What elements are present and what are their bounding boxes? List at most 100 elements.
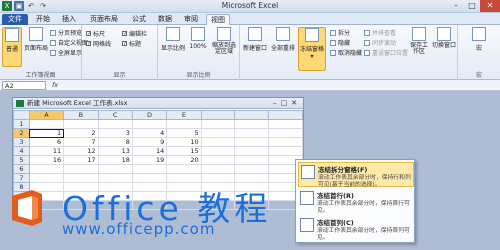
column-header[interactable]: C <box>97 110 133 120</box>
workbook-window-controls[interactable]: –□✕ <box>273 98 301 109</box>
cell[interactable] <box>200 128 236 138</box>
zoom-100-button[interactable]: 100% <box>188 27 208 67</box>
cell[interactable] <box>131 119 168 129</box>
cell[interactable] <box>234 164 270 174</box>
tab-file[interactable]: 文件 <box>2 14 28 25</box>
cell[interactable]: 19 <box>131 155 168 165</box>
cell[interactable] <box>97 164 133 174</box>
cell[interactable]: 14 <box>131 146 168 156</box>
row-header[interactable]: 4 <box>13 146 30 156</box>
cell[interactable]: 11 <box>28 146 65 156</box>
cell[interactable]: 16 <box>28 155 65 165</box>
row-header[interactable]: 1 <box>13 119 30 129</box>
cell[interactable] <box>268 119 303 129</box>
tab-insert[interactable]: 插入 <box>58 14 80 25</box>
page-layout-view-button[interactable]: 页面布局 <box>24 27 48 67</box>
formula-bar-checkbox[interactable]: ✓ 编辑栏 <box>122 29 147 38</box>
row-header[interactable]: 3 <box>13 137 30 147</box>
cell[interactable] <box>28 173 65 183</box>
cell[interactable] <box>63 119 99 129</box>
close-icon[interactable]: ✕ <box>480 0 500 12</box>
reset-position-button[interactable]: 重设窗口位置 <box>364 48 408 57</box>
cell[interactable] <box>200 119 236 129</box>
cell[interactable] <box>268 128 303 138</box>
save-workspace-button[interactable]: 保存工作区 <box>408 27 430 67</box>
cell[interactable] <box>234 128 270 138</box>
column-header[interactable]: A <box>28 110 65 120</box>
cell[interactable] <box>268 137 303 147</box>
maximize-icon[interactable]: □ <box>464 0 480 12</box>
cell[interactable]: 20 <box>166 155 202 165</box>
cell[interactable] <box>234 146 270 156</box>
cell[interactable] <box>268 146 303 156</box>
row-header[interactable]: 7 <box>13 173 30 183</box>
gridlines-checkbox[interactable]: ✓ 网格线 <box>86 39 111 48</box>
freeze-panes-button[interactable]: 冻结窗格 ▾ <box>298 27 326 71</box>
name-box[interactable]: A2 <box>2 81 46 90</box>
ruler-checkbox[interactable]: ✓ 标尺 <box>86 29 105 38</box>
page-break-button[interactable]: 分页预览 <box>50 28 82 37</box>
hide-button[interactable]: 隐藏 <box>330 38 350 47</box>
new-window-button[interactable]: 新建窗口 <box>242 27 268 67</box>
cell[interactable]: 18 <box>97 155 133 165</box>
tab-page-layout[interactable]: 页面布局 <box>84 14 124 25</box>
column-header[interactable] <box>234 110 270 120</box>
cell[interactable] <box>166 119 202 129</box>
cell[interactable] <box>166 164 202 174</box>
cell[interactable] <box>28 119 65 129</box>
cell[interactable]: 13 <box>97 146 133 156</box>
cell[interactable]: 1 <box>28 128 65 138</box>
row-header[interactable]: 2 <box>13 128 30 138</box>
cell[interactable] <box>200 155 236 165</box>
zoom-selection-button[interactable]: 缩放到选定区域 <box>210 27 238 67</box>
cell[interactable]: 12 <box>63 146 99 156</box>
switch-window-button[interactable]: 切换窗口 <box>432 27 456 67</box>
cell[interactable] <box>97 119 133 129</box>
cell[interactable]: 7 <box>63 137 99 147</box>
tab-data[interactable]: 数据 <box>154 14 176 25</box>
tab-view[interactable]: 视图 <box>206 14 230 25</box>
column-header[interactable]: E <box>166 110 202 120</box>
cell[interactable] <box>200 164 236 174</box>
unhide-button[interactable]: 取消隐藏 <box>330 48 362 57</box>
cell[interactable] <box>200 146 236 156</box>
full-screen-button[interactable]: 全屏显示 <box>50 48 82 57</box>
fx-icon[interactable]: fx <box>52 81 58 89</box>
cell[interactable]: 4 <box>131 128 168 138</box>
cell[interactable]: 8 <box>97 137 133 147</box>
column-header[interactable]: B <box>63 110 99 120</box>
row-header[interactable]: 5 <box>13 155 30 165</box>
sync-scroll-button[interactable]: 同步滚动 <box>364 38 396 47</box>
cell[interactable]: 3 <box>97 128 133 138</box>
cell[interactable]: 6 <box>28 137 65 147</box>
split-button[interactable]: 拆分 <box>330 28 350 37</box>
arrange-all-button[interactable]: 全部重排 <box>270 27 296 67</box>
freeze-panes-item[interactable]: 冻结拆分窗格(F) 滚动工作表其余部分时，保持行和列可见(基于当前的选择)。 <box>298 162 414 188</box>
row-header[interactable]: 6 <box>13 164 30 174</box>
side-by-side-button[interactable]: 并排查看 <box>364 28 396 37</box>
column-header[interactable] <box>200 110 236 120</box>
save-icon[interactable]: ▣ <box>14 1 24 11</box>
cell[interactable] <box>234 119 270 129</box>
cell[interactable]: 15 <box>166 146 202 156</box>
normal-view-button[interactable]: 普通 <box>2 27 22 67</box>
column-header[interactable]: D <box>131 110 168 120</box>
redo-icon[interactable]: ↷ <box>38 1 48 11</box>
undo-icon[interactable]: ↶ <box>26 1 36 11</box>
cell[interactable]: 9 <box>131 137 168 147</box>
minimize-icon[interactable]: – <box>448 0 464 12</box>
tab-home[interactable]: 开始 <box>32 14 54 25</box>
cell[interactable]: 2 <box>63 128 99 138</box>
select-all-corner[interactable] <box>13 110 30 120</box>
cell[interactable] <box>234 137 270 147</box>
cell[interactable] <box>200 137 236 147</box>
cell[interactable] <box>63 164 99 174</box>
cell[interactable]: 5 <box>166 128 202 138</box>
tab-formulas[interactable]: 公式 <box>128 14 150 25</box>
cell[interactable] <box>28 164 65 174</box>
column-header[interactable] <box>268 110 303 120</box>
zoom-button[interactable]: 显示比例 <box>160 27 186 67</box>
macros-button[interactable]: 宏 <box>468 27 490 67</box>
headings-checkbox[interactable]: ✓ 标题 <box>122 39 141 48</box>
cell[interactable] <box>234 155 270 165</box>
